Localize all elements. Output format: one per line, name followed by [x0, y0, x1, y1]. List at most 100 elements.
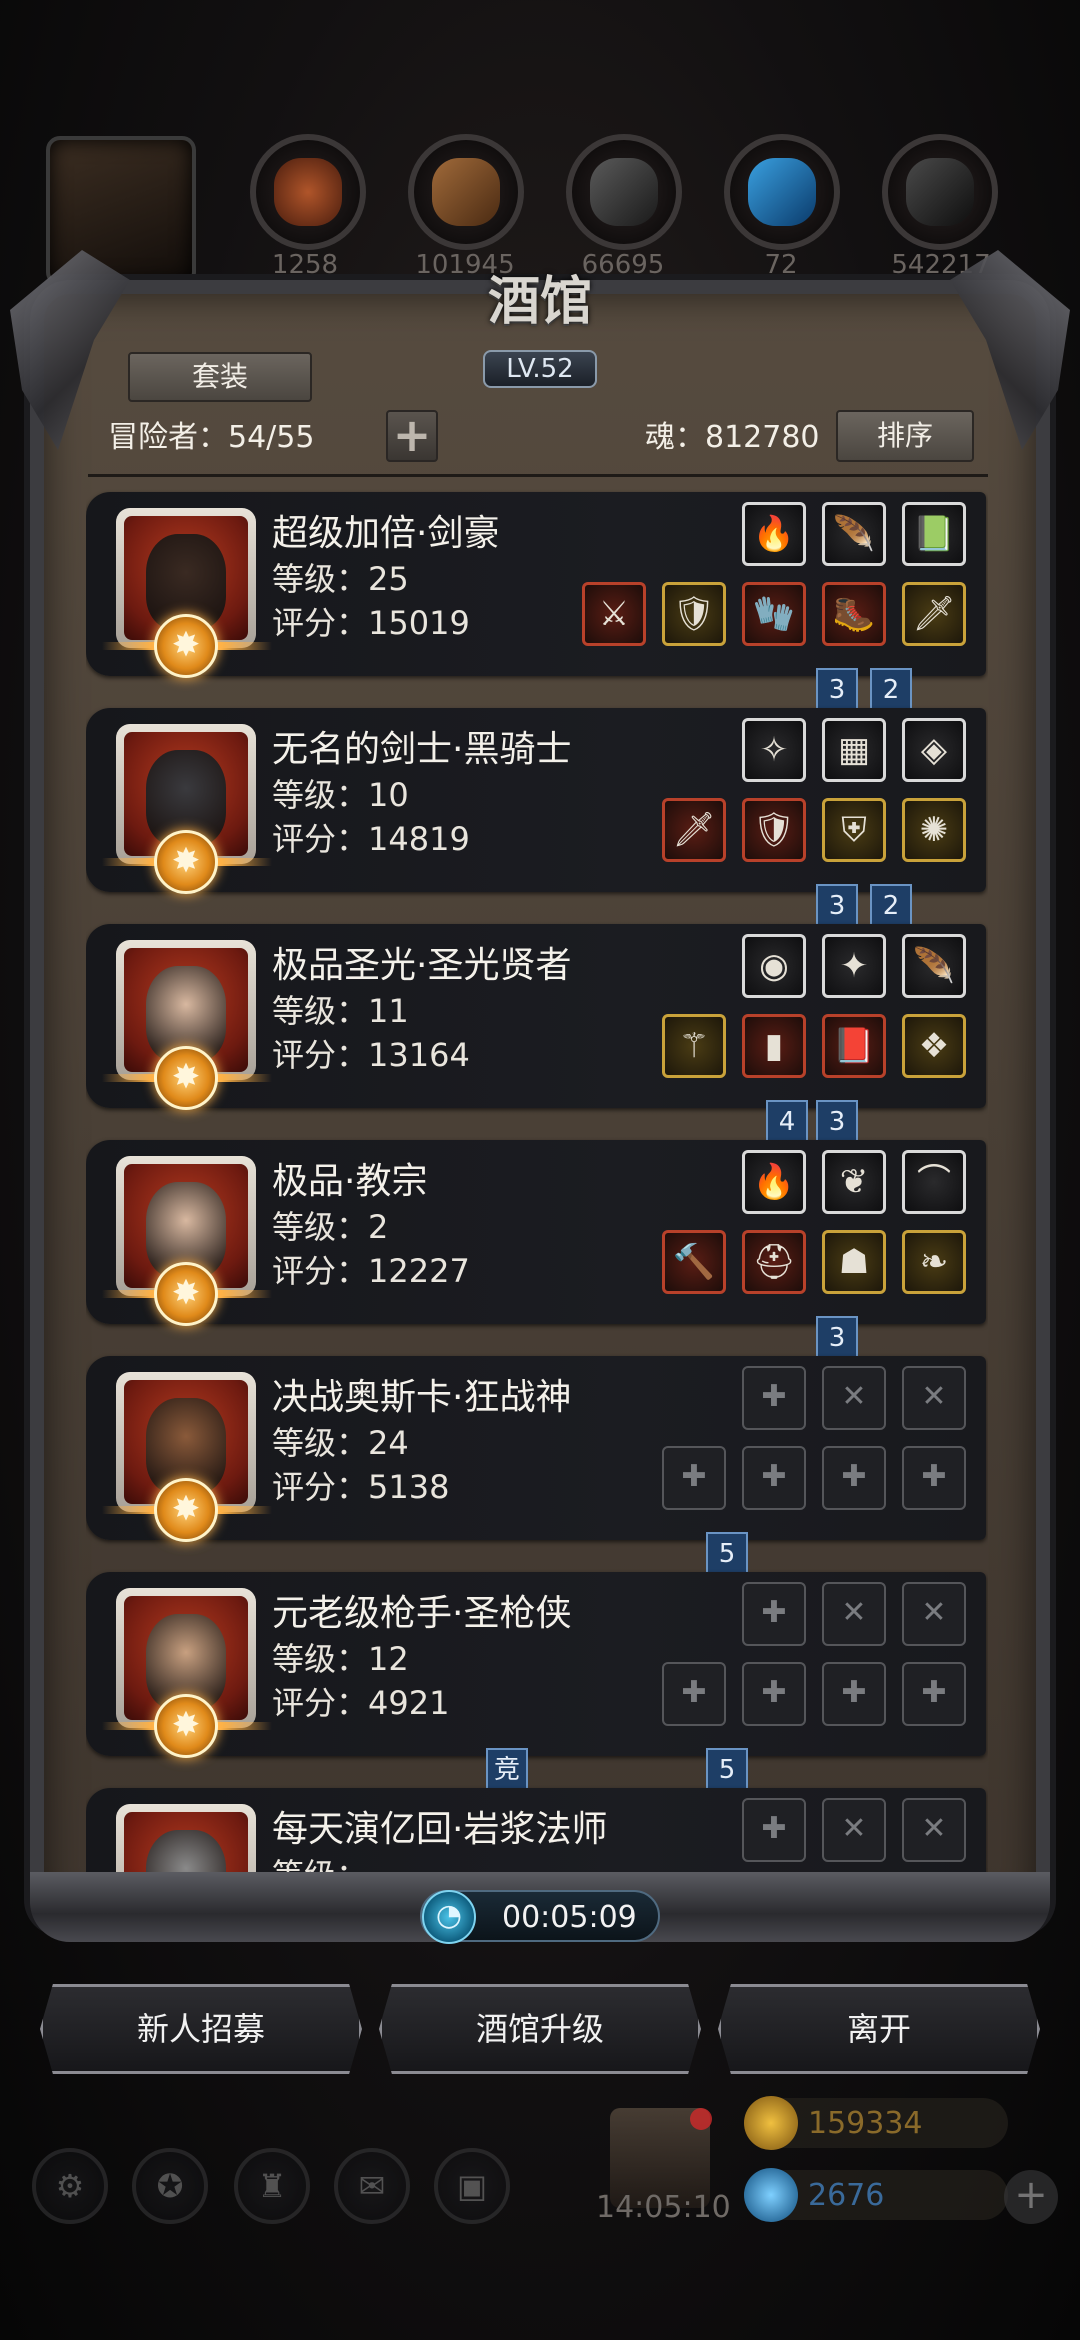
- equipment-slot[interactable]: 🗡: [662, 798, 726, 862]
- header-divider: [88, 474, 988, 477]
- achievements-nav[interactable]: ✪: [132, 2148, 208, 2224]
- hero-portrait[interactable]: [102, 940, 272, 1110]
- hero-level: 等级：11: [272, 992, 409, 1030]
- equipment-icon: ☗: [838, 1242, 870, 1282]
- resource-slot-metal[interactable]: [882, 134, 998, 250]
- hero-card[interactable]: 极品·教宗 等级：2 评分：12227 🔥 ❦ ⌒ 🔨 ⛑ ☗ ❧: [86, 1140, 986, 1326]
- chest-nav[interactable]: ▣: [434, 2148, 510, 2224]
- equipment-slot[interactable]: ✦: [822, 934, 886, 998]
- upgrade-tavern-button[interactable]: 酒馆升级: [379, 1984, 701, 2074]
- hero-level: 等级：12: [272, 1640, 409, 1678]
- hero-level: 等级：: [272, 1850, 368, 1872]
- resource-slot-ingot[interactable]: [566, 134, 682, 250]
- equipment-slot[interactable]: ✚: [902, 1446, 966, 1510]
- equipment-slot[interactable]: ✕: [902, 1366, 966, 1430]
- equipment-slot[interactable]: ✚: [742, 1582, 806, 1646]
- equipment-icon: ✦: [839, 946, 869, 986]
- equipment-icon: 🔨: [672, 1242, 716, 1282]
- equipment-slot[interactable]: ◉: [742, 934, 806, 998]
- page-title: 酒馆: [487, 271, 592, 332]
- equipment-slot[interactable]: 🪶: [822, 502, 886, 566]
- hero-card[interactable]: 每天演亿回·岩浆法师 等级： ✚ ✕ ✕: [86, 1788, 986, 1872]
- rank-star-icon: [154, 1262, 218, 1326]
- hero-card[interactable]: 决战奥斯卡·狂战神 等级：24 评分：5138 ✚ ✕ ✕ ✚ ✚ ✚ ✚: [86, 1356, 986, 1542]
- equipment-slot[interactable]: 🔥: [742, 502, 806, 566]
- equipment-slot[interactable]: 🥾: [822, 582, 886, 646]
- equipment-slot[interactable]: 🗡: [902, 582, 966, 646]
- equipment-slot[interactable]: ✚: [742, 1662, 806, 1726]
- hero-card[interactable]: 无名的剑士·黑骑士 等级：10 评分：14819 ✧ ▦ ◈ 🗡 🛡 ⛨ ✺: [86, 708, 986, 894]
- refresh-timer: 00:05:09: [420, 1890, 660, 1944]
- hero-card[interactable]: 元老级枪手·圣枪侠 等级：12 评分：4921 ✚ ✕ ✕ ✚ ✚ ✚ ✚: [86, 1572, 986, 1758]
- equipment-slot[interactable]: ✕: [902, 1798, 966, 1862]
- resource-slot-leather[interactable]: [250, 134, 366, 250]
- equipment-icon: 🔥: [752, 514, 796, 554]
- equipment-slot[interactable]: 🛡: [662, 582, 726, 646]
- equipment-slot[interactable]: 🧤: [742, 582, 806, 646]
- add-currency-button[interactable]: +: [1004, 2170, 1058, 2224]
- equipment-slot[interactable]: ✚: [822, 1446, 886, 1510]
- resource-slot-crystal[interactable]: [724, 134, 840, 250]
- leave-button[interactable]: 离开: [718, 1984, 1040, 2074]
- hero-portrait[interactable]: [102, 1588, 272, 1758]
- equipment-slot[interactable]: ⛨: [822, 798, 886, 862]
- equipment-icon: ✚: [761, 1379, 787, 1414]
- equipment-slot[interactable]: ✚: [742, 1798, 806, 1862]
- equipment-slot[interactable]: ⌒: [902, 1150, 966, 1214]
- equipment-slot[interactable]: ✚: [822, 1662, 886, 1726]
- equipment-slot[interactable]: 📗: [902, 502, 966, 566]
- guild-nav[interactable]: ♜: [234, 2148, 310, 2224]
- equipment-slot[interactable]: ⛑: [742, 1230, 806, 1294]
- hero-portrait[interactable]: [102, 724, 272, 894]
- equipment-slot[interactable]: ✚: [742, 1366, 806, 1430]
- hero-portrait[interactable]: [102, 508, 272, 678]
- hero-card[interactable]: 极品圣光·圣光贤者 等级：11 评分：13164 ◉ ✦ 🪶 ⚚ ▮ 📕 ❖: [86, 924, 986, 1110]
- equipment-slot[interactable]: ✕: [902, 1582, 966, 1646]
- equipment-slot[interactable]: 📕: [822, 1014, 886, 1078]
- equipment-icon: ✚: [921, 1675, 947, 1710]
- mail-nav[interactable]: ✉: [334, 2148, 410, 2224]
- hero-portrait[interactable]: [116, 1804, 256, 1872]
- equipment-slot[interactable]: ✚: [662, 1446, 726, 1510]
- equipment-slot[interactable]: 🔨: [662, 1230, 726, 1294]
- equipment-slot[interactable]: ✧: [742, 718, 806, 782]
- equipment-slot[interactable]: ▮: [742, 1014, 806, 1078]
- equipment-slot[interactable]: ✚: [662, 1662, 726, 1726]
- add-adventurer-slot-button[interactable]: +: [386, 410, 438, 462]
- hero-level: 等级：24: [272, 1424, 409, 1462]
- recruit-button[interactable]: 新人招募: [40, 1984, 362, 2074]
- equipment-slot[interactable]: ▦: [822, 718, 886, 782]
- equipment-slot[interactable]: ◈: [902, 718, 966, 782]
- equipment-slot[interactable]: ❦: [822, 1150, 886, 1214]
- equipment-slot[interactable]: ✚: [902, 1662, 966, 1726]
- resource-slot-wood[interactable]: [408, 134, 524, 250]
- settings-nav[interactable]: ⚙: [32, 2148, 108, 2224]
- hero-portrait[interactable]: [102, 1156, 272, 1326]
- hero-face: [146, 1830, 226, 1872]
- equipment-slot[interactable]: ✕: [822, 1366, 886, 1430]
- sort-button[interactable]: 排序: [836, 410, 974, 462]
- equipment-slot[interactable]: 🪶: [902, 934, 966, 998]
- hero-card[interactable]: 超级加倍·剑豪 等级：25 评分：15019 🔥 🪶 📗 ⚔ 🛡 🧤 🥾 🗡: [86, 492, 986, 678]
- hero-portrait[interactable]: [102, 1372, 272, 1542]
- equipment-icon: ⚚: [678, 1026, 710, 1066]
- equipment-slot[interactable]: ✚: [742, 1446, 806, 1510]
- equipment-set-button[interactable]: 套装: [128, 352, 312, 402]
- equipment-slot[interactable]: ⚚: [662, 1014, 726, 1078]
- equipment-slot[interactable]: ✺: [902, 798, 966, 862]
- equipment-icon: ✚: [761, 1675, 787, 1710]
- equipment-slot[interactable]: ⚔: [582, 582, 646, 646]
- equipment-slot[interactable]: 🔥: [742, 1150, 806, 1214]
- equipment-slot[interactable]: 🛡: [742, 798, 806, 862]
- hero-list[interactable]: 超级加倍·剑豪 等级：25 评分：15019 🔥🪶📗⚔🛡🧤🥾🗡32 无名的剑士·…: [86, 484, 988, 1872]
- timer-value: 00:05:09: [502, 1900, 637, 1935]
- gem-currency: 2676: [744, 2168, 1008, 2222]
- equipment-icon: ✚: [761, 1459, 787, 1494]
- tavern-level-badge: LV.52: [483, 350, 597, 388]
- equipment-slot[interactable]: ✕: [822, 1582, 886, 1646]
- equipment-slot[interactable]: ☗: [822, 1230, 886, 1294]
- equipment-slot[interactable]: ❖: [902, 1014, 966, 1078]
- equipment-slot[interactable]: ✕: [822, 1798, 886, 1862]
- equipment-slot[interactable]: ❧: [902, 1230, 966, 1294]
- hero-level: 等级：10: [272, 776, 409, 814]
